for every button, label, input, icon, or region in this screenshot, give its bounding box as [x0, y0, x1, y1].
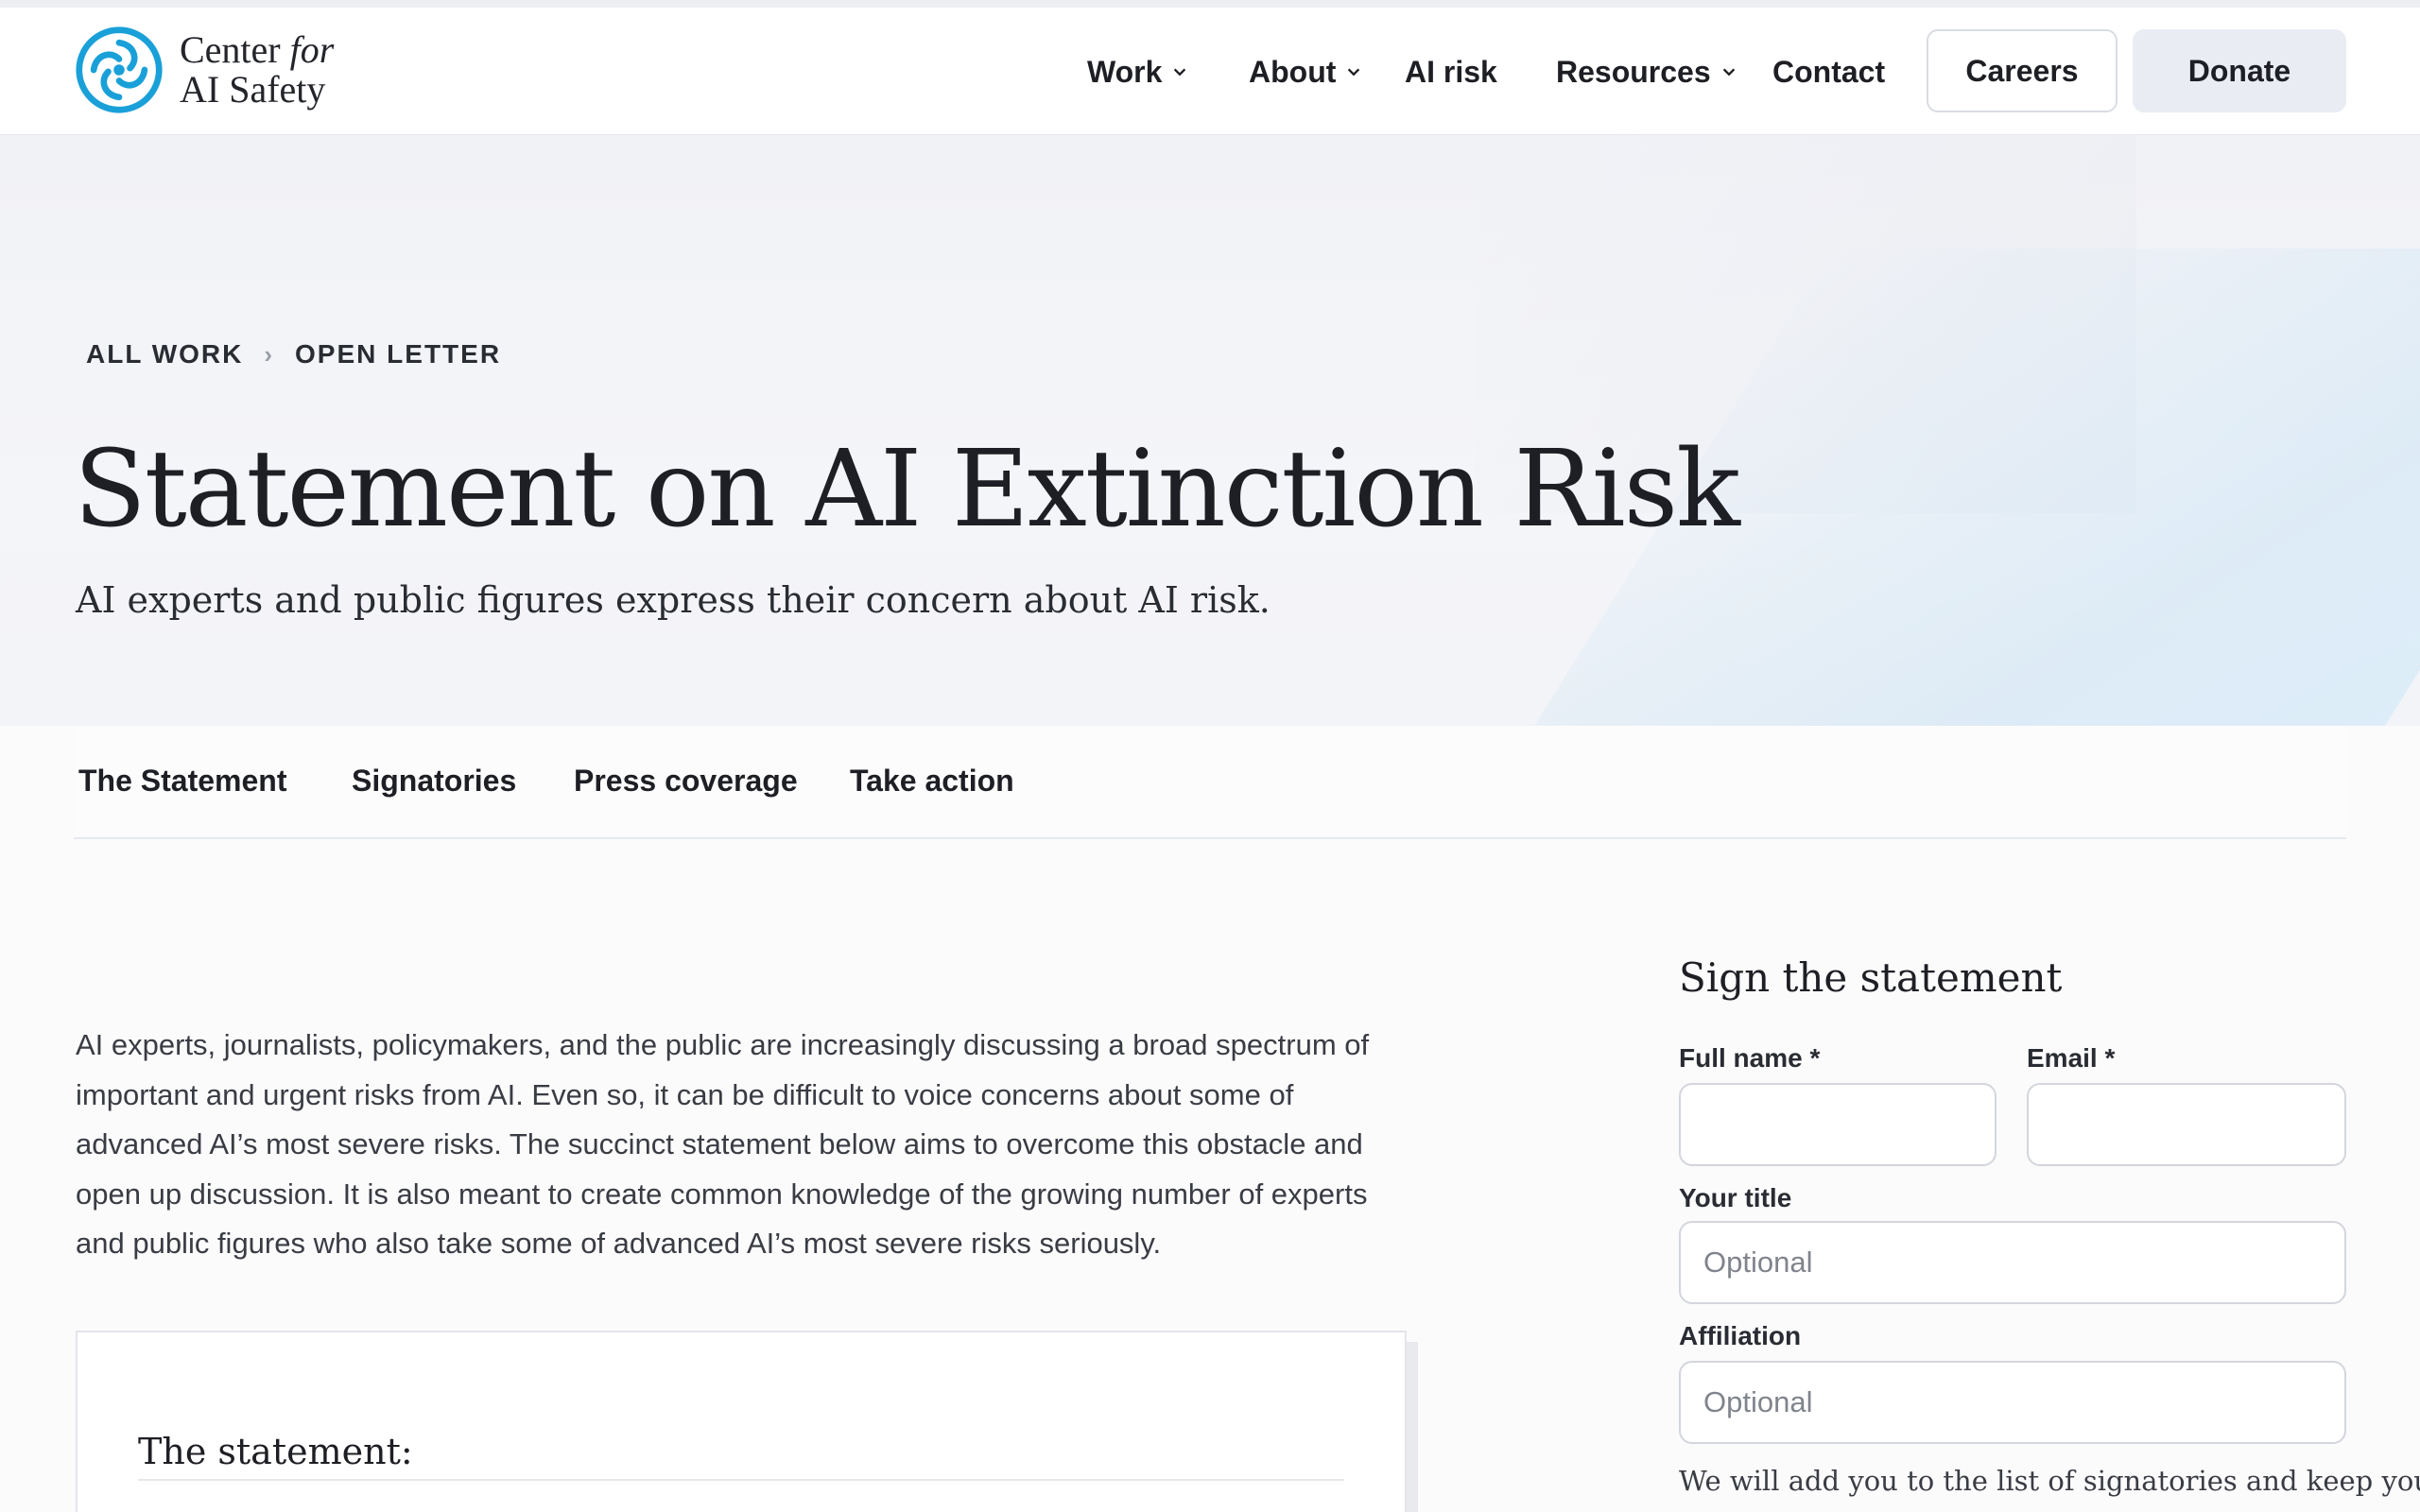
logo[interactable]: Center for AI Safety — [74, 25, 334, 115]
chevron-down-icon — [1174, 68, 1186, 77]
nav-about-label: About — [1249, 54, 1337, 89]
affiliation-label: Affiliation — [1679, 1321, 1802, 1350]
site-header: Center for AI Safety Work About AI risk … — [0, 8, 2420, 135]
full-name-field[interactable] — [1679, 1083, 1996, 1166]
tab-signatories[interactable]: Signatories — [352, 764, 516, 799]
nav-work-label: Work — [1087, 54, 1163, 89]
section-tabs: The Statement Signatories Press coverage… — [74, 726, 2346, 839]
nav-resources[interactable]: Resources — [1556, 53, 1737, 91]
donate-button[interactable]: Donate — [2133, 29, 2346, 112]
logo-line2: AI Safety — [180, 68, 326, 111]
breadcrumb: ALL WORK › OPEN LETTER — [86, 339, 501, 369]
nav-ai-risk[interactable]: AI risk — [1405, 53, 1497, 91]
chevron-down-icon — [1348, 68, 1360, 77]
page-subtitle: AI experts and public figures express th… — [76, 579, 1270, 621]
hero: ALL WORK › OPEN LETTER Statement on AI E… — [0, 135, 2420, 726]
logo-icon — [76, 26, 163, 113]
nav-work[interactable]: Work — [1087, 53, 1188, 91]
tab-take-action[interactable]: Take action — [850, 764, 1014, 799]
title-label: Your title — [1679, 1183, 1792, 1212]
title-field[interactable] — [1679, 1221, 2346, 1304]
intro-line: AI experts, journalists, policymakers, a… — [76, 1028, 1370, 1061]
page-title: Statement on AI Extinction Risk — [74, 428, 1740, 551]
careers-button[interactable]: Careers — [1927, 29, 2118, 112]
divider — [138, 1479, 1344, 1481]
statement-card: The statement: — [76, 1331, 1407, 1512]
breadcrumb-open-letter[interactable]: OPEN LETTER — [295, 339, 501, 369]
email-field[interactable] — [2027, 1083, 2346, 1166]
nav-about[interactable]: About — [1249, 53, 1362, 91]
tab-press-coverage[interactable]: Press coverage — [574, 764, 798, 799]
email-label: Email * — [2027, 1043, 2116, 1073]
chevron-down-icon — [1722, 68, 1735, 77]
intro-line: important and urgent risks from AI. Even… — [76, 1077, 1294, 1111]
intro-line: and public figures who also take some of… — [76, 1227, 1162, 1260]
nav-ai-risk-label: AI risk — [1405, 54, 1497, 89]
nav-resources-label: Resources — [1556, 54, 1711, 89]
form-note: We will add you to the list of signatori… — [1679, 1465, 2420, 1497]
breadcrumb-all-work[interactable]: ALL WORK — [86, 339, 243, 369]
chevron-right-icon: › — [264, 339, 275, 369]
logo-text: Center for AI Safety — [180, 30, 334, 110]
intro-paragraph: AI experts, journalists, policymakers, a… — [76, 1021, 1399, 1269]
intro-line: advanced AI’s most severe risks. The suc… — [76, 1127, 1363, 1160]
nav-contact[interactable]: Contact — [1772, 53, 1885, 91]
full-name-label: Full name * — [1679, 1043, 1821, 1073]
statement-label: The statement: — [138, 1431, 413, 1472]
logo-line1-prefix: Center — [180, 28, 281, 71]
tab-the-statement[interactable]: The Statement — [78, 764, 286, 799]
logo-line1-italic: for — [289, 28, 335, 71]
affiliation-field[interactable] — [1679, 1361, 2346, 1444]
top-strip — [0, 0, 2420, 8]
form-title: Sign the statement — [1679, 954, 2063, 1001]
intro-line: open up discussion. It is also meant to … — [76, 1177, 1368, 1211]
nav-contact-label: Contact — [1772, 54, 1886, 89]
sign-form: Sign the statement Full name * Email * Y… — [1679, 954, 2420, 1497]
